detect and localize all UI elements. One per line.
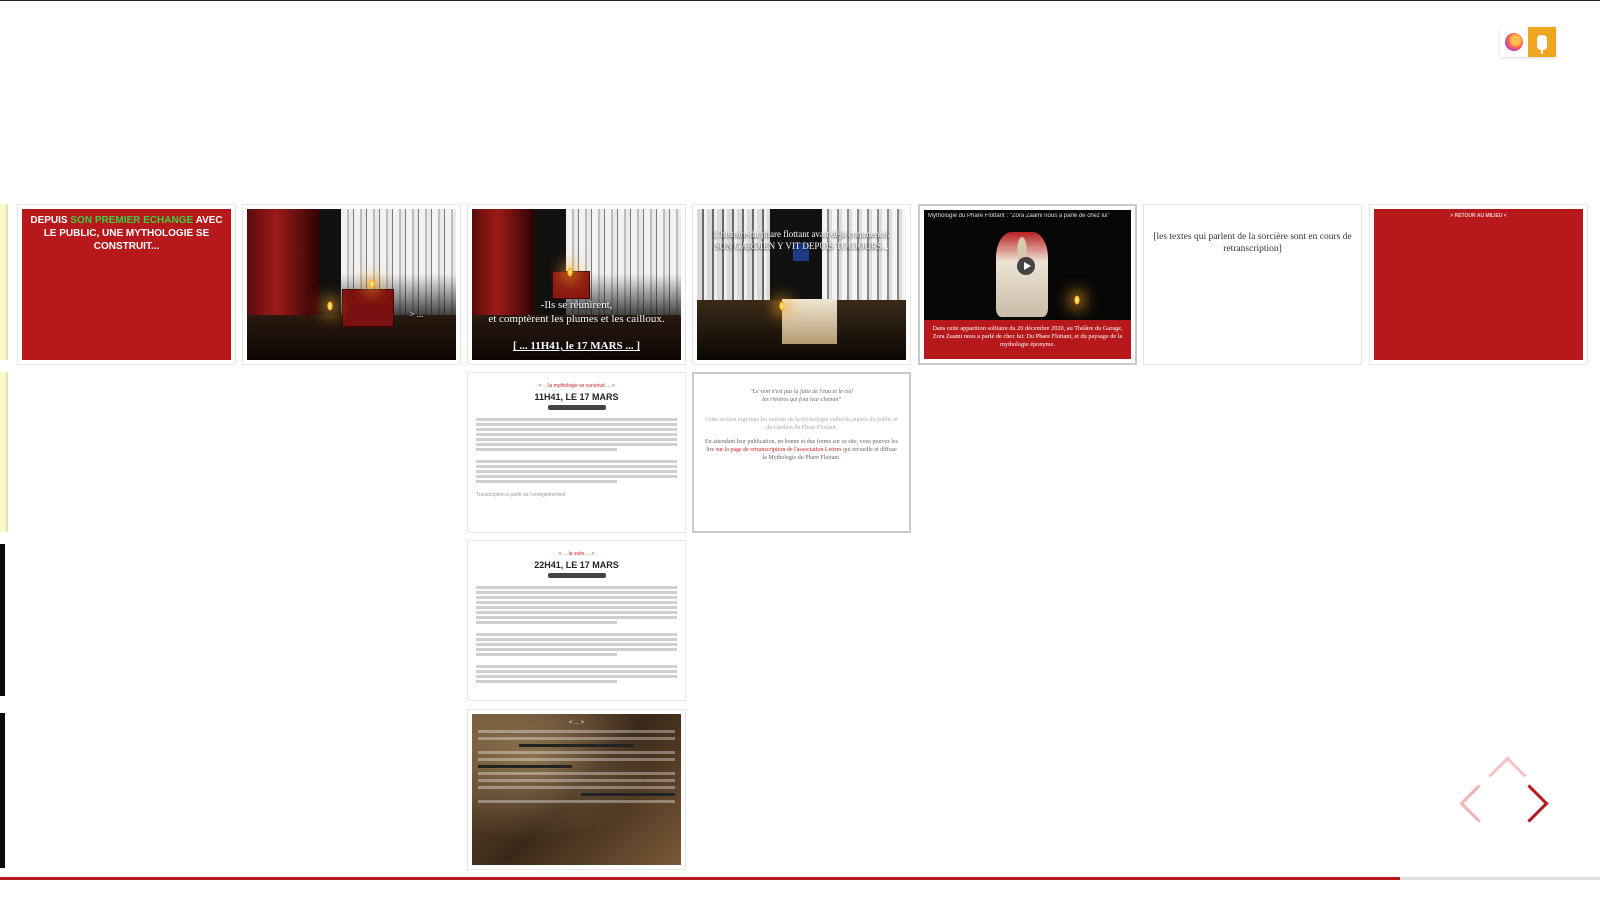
tile-texture[interactable]: < ... > bbox=[467, 709, 686, 870]
edge-tile[interactable] bbox=[0, 713, 5, 868]
top-border bbox=[0, 0, 1600, 1]
doc1-kicker: < ... la mythologie se construit ... > bbox=[538, 383, 615, 389]
play-icon[interactable] bbox=[1017, 257, 1035, 275]
sorciere-text: [les textes qui parlent de la sorcière s… bbox=[1153, 232, 1352, 254]
edge-tile[interactable] bbox=[0, 372, 8, 532]
tile-retour[interactable]: > RETOUR AU MILIEU < bbox=[1369, 204, 1588, 365]
quote-line1: "Le vent n'est pas la fuite de l'eau et … bbox=[750, 389, 853, 395]
audio-player[interactable] bbox=[547, 405, 606, 410]
texture-label: < ... > bbox=[568, 720, 585, 726]
doc2-title: 22H41, LE 17 MARS bbox=[534, 560, 619, 570]
tile-stage-photo[interactable]: > ... bbox=[242, 204, 461, 365]
tile-doc-22h41[interactable]: < ... la suite ... > 22H41, LE 17 MARS bbox=[467, 540, 686, 701]
quote-p1: Cette section regroupe les extraits de l… bbox=[705, 417, 898, 431]
chevron-right-icon[interactable] bbox=[1510, 784, 1549, 823]
microphone-icon bbox=[1537, 34, 1547, 54]
phare-line2: SON GARDIEN Y VIT DEPUIS TOUJOURS... bbox=[714, 241, 889, 251]
progress-track bbox=[1400, 877, 1600, 880]
intro-text: DEPUIS SON PREMIER ECHANGE AVEC LE PUBLI… bbox=[30, 215, 223, 252]
doc1-footer: Transcription à partir de l'enregistreme… bbox=[476, 492, 566, 498]
stage-caption: > ... bbox=[409, 309, 424, 319]
reunion-line2: et comptèrent les plumes et les cailloux… bbox=[488, 313, 665, 325]
tile-phare[interactable]: L'histoire du phare flottant avait déjà … bbox=[692, 204, 911, 365]
video-caption: Dans cette apparition solitaire du 20 dé… bbox=[932, 325, 1123, 348]
tile-quote[interactable]: "Le vent n'est pas la fuite de l'eau et … bbox=[692, 372, 911, 533]
retour-link[interactable]: > RETOUR AU MILIEU < bbox=[1374, 209, 1583, 219]
edge-tile[interactable] bbox=[0, 544, 5, 696]
video-player[interactable]: Mythologie du Phare Flottant : "Zora Zaa… bbox=[924, 210, 1131, 320]
edge-tile[interactable] bbox=[0, 204, 8, 360]
quote-link[interactable]: sur la page de retranscription de l'asso… bbox=[716, 447, 842, 453]
microphone-button[interactable] bbox=[1528, 27, 1556, 57]
reunion-line1: -Ils se réunirent, bbox=[540, 299, 613, 311]
doc1-title: 11H41, LE 17 MARS bbox=[534, 392, 619, 402]
tile-reunion[interactable]: -Ils se réunirent, et comptèrent les plu… bbox=[467, 204, 686, 365]
doc2-kicker: < ... la suite ... > bbox=[558, 551, 595, 557]
tile-doc-11h41[interactable]: < ... la mythologie se construit ... > 1… bbox=[467, 372, 686, 533]
audio-player[interactable] bbox=[547, 573, 606, 578]
reunion-link[interactable]: [ ... 11H41, le 17 MARS ... ] bbox=[472, 340, 681, 352]
tile-intro[interactable]: DEPUIS SON PREMIER ECHANGE AVEC LE PUBLI… bbox=[17, 204, 236, 365]
extension-toolbar bbox=[1500, 27, 1556, 57]
firefox-icon bbox=[1505, 33, 1523, 51]
video-title: Mythologie du Phare Flottant : "Zora Zaa… bbox=[928, 213, 1110, 219]
chevron-up-icon[interactable] bbox=[1488, 756, 1527, 795]
tile-sorciere[interactable]: [les textes qui parlent de la sorcière s… bbox=[1143, 204, 1362, 365]
progress-bar bbox=[0, 877, 1400, 880]
phare-line1: L'histoire du phare flottant avait déjà … bbox=[713, 229, 890, 239]
chevron-left-icon[interactable] bbox=[1459, 784, 1498, 823]
firefox-button[interactable] bbox=[1500, 27, 1528, 57]
quote-line2: les rivières qui font leur chemin" bbox=[762, 397, 841, 403]
tile-video[interactable]: Mythologie du Phare Flottant : "Zora Zaa… bbox=[918, 204, 1137, 365]
